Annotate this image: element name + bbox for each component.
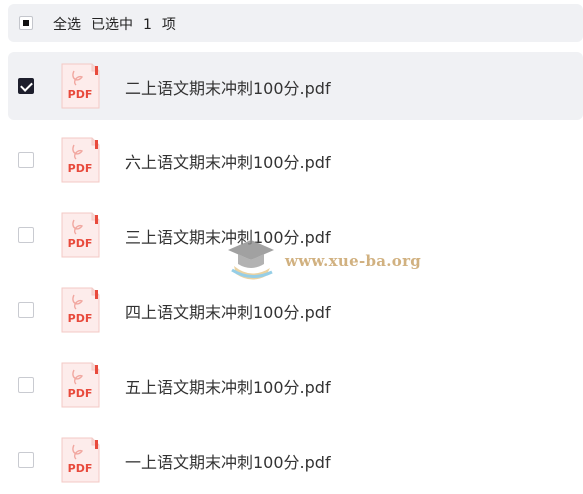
file-name[interactable]: 一上语文期末冲刺100分.pdf: [125, 449, 331, 473]
pdf-file-icon: PDF: [61, 362, 100, 408]
file-checkbox[interactable]: [18, 452, 34, 468]
file-name[interactable]: 四上语文期末冲刺100分.pdf: [125, 299, 331, 323]
pdf-file-icon: PDF: [61, 287, 100, 333]
file-name[interactable]: 五上语文期末冲刺100分.pdf: [125, 374, 331, 398]
pdf-file-icon: PDF: [61, 212, 100, 258]
pdf-badge-label: PDF: [68, 312, 93, 325]
file-checkbox[interactable]: [18, 227, 34, 243]
file-row[interactable]: PDF 五上语文期末冲刺100分.pdf: [8, 351, 583, 419]
selected-count: 1: [143, 17, 152, 33]
file-checkbox[interactable]: [18, 152, 34, 168]
pdf-file-icon: PDF: [61, 137, 100, 183]
select-all-bar: 全选 已选中 1 项: [8, 4, 583, 42]
selected-suffix: 项: [161, 17, 176, 33]
select-all-checkbox[interactable]: [19, 16, 33, 30]
pdf-badge-label: PDF: [68, 162, 93, 175]
file-row[interactable]: PDF 一上语文期末冲刺100分.pdf: [8, 426, 583, 494]
pdf-file-icon: PDF: [61, 63, 100, 109]
file-row[interactable]: PDF 四上语文期末冲刺100分.pdf: [8, 276, 583, 344]
pdf-file-icon: PDF: [61, 437, 100, 483]
file-checkbox[interactable]: [18, 302, 34, 318]
pdf-badge-label: PDF: [68, 387, 93, 400]
file-row[interactable]: PDF 六上语文期末冲刺100分.pdf: [8, 126, 583, 194]
select-all-label[interactable]: 全选: [53, 17, 81, 33]
watermark-text: www.xue-ba.org: [285, 252, 422, 270]
file-name[interactable]: 六上语文期末冲刺100分.pdf: [125, 149, 331, 173]
file-name[interactable]: 二上语文期末冲刺100分.pdf: [125, 75, 331, 99]
file-checkbox[interactable]: [18, 78, 34, 94]
file-row[interactable]: PDF 二上语文期末冲刺100分.pdf: [8, 52, 583, 120]
pdf-badge-label: PDF: [68, 237, 93, 250]
graduation-cap-icon: [228, 240, 274, 280]
selected-prefix: 已选中: [91, 17, 133, 33]
pdf-badge-label: PDF: [68, 88, 93, 101]
pdf-badge-label: PDF: [68, 462, 93, 475]
selection-summary: 全选 已选中 1 项: [53, 14, 186, 34]
file-checkbox[interactable]: [18, 377, 34, 393]
